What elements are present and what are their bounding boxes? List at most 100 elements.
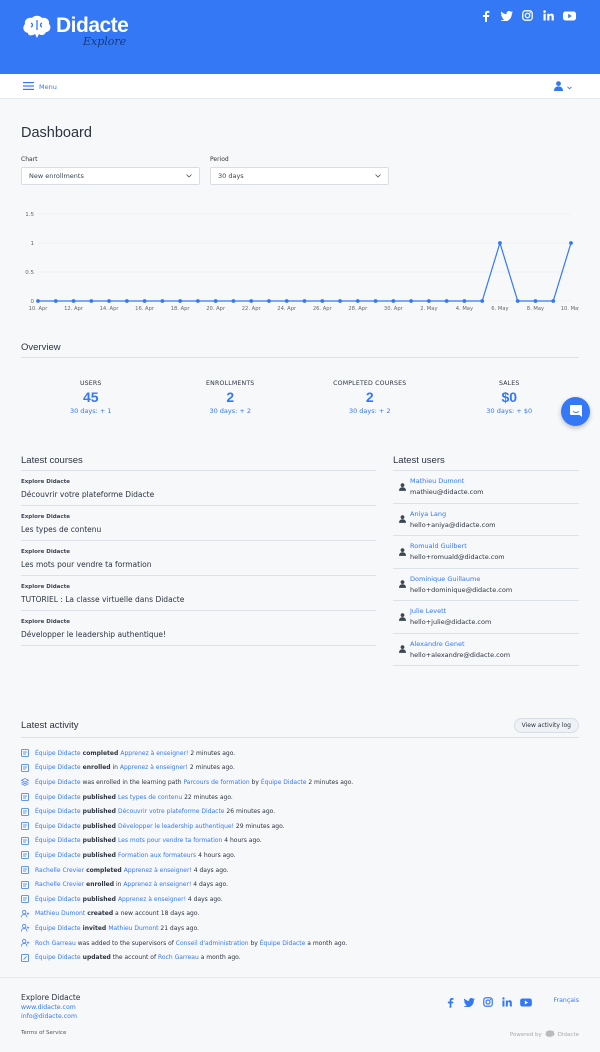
activity-link[interactable]: Rachelle Crevier [35,881,84,888]
activity-link[interactable]: Apprenez à enseigner! [118,896,186,903]
twitter-icon[interactable] [500,9,513,22]
activity-link[interactable]: Équipe Didacte [35,794,81,801]
user-list-item[interactable]: Dominique Guillaume hello+dominique@didac… [393,569,579,601]
powered-by[interactable]: Powered by Didacte [510,1030,579,1040]
user-name-link[interactable]: Julie Levett [410,607,491,615]
youtube-icon[interactable] [563,9,576,22]
activity-link[interactable]: Équipe Didacte [35,750,81,757]
user-list-item[interactable]: Mathieu Dumont mathieu@didacte.com [393,471,579,504]
activity-item: Mathieu Dumont created a new account 18 … [21,907,579,922]
user-list-item[interactable]: Aniya Lang hello+aniya@didacte.com [393,504,579,536]
course-icon [21,807,35,816]
terms-link[interactable]: Terms of Service [21,1030,66,1036]
course-name: Les types de contenu [21,525,102,534]
period-select[interactable]: 30 days [210,167,389,185]
activity-link[interactable]: Roch Garreau [35,940,76,947]
instagram-icon[interactable] [482,996,494,1008]
period-select-label: Period [210,156,229,163]
activity-link[interactable]: Les mots pour vendre ta formation [118,837,222,844]
activity-link[interactable]: Découvrir votre plateforme Didacte [118,808,225,815]
course-icon [21,895,35,904]
chart-data-point [320,299,325,303]
activity-text-part: 4 days ago. [191,866,229,874]
activity-link[interactable]: Équipe Didacte [35,896,81,903]
activity-link[interactable]: Équipe Didacte [35,823,81,830]
user-menu-button[interactable] [554,81,572,93]
course-list-item[interactable]: Explore Didacte Découvrir votre plateform… [21,471,376,506]
activity-text: Mathieu Dumont created a new account 18 … [35,910,199,917]
footer: Explore Didacte www.didacte.com info@did… [0,977,600,1052]
activity-link[interactable]: Mathieu Dumont [108,925,158,932]
user-list-item[interactable]: Julie Levett hello+julie@didacte.com [393,601,579,634]
course-list-item[interactable]: Explore Didacte Les mots pour vendre ta f… [21,541,376,576]
activity-item: Équipe Didacte updated the account of Ro… [21,950,579,965]
didacte-logo[interactable]: Didacte Explore [22,15,129,48]
activity-link[interactable]: Équipe Didacte [35,779,81,786]
user-icon [554,81,563,93]
course-list-item[interactable]: Explore Didacte Les types de contenu [21,506,376,541]
user-list-item[interactable]: Romuald Guilbert hello+romuald@didacte.co… [393,536,579,569]
chart-x-tick-label: 12. Apr [64,306,84,312]
footer-website-link[interactable]: www.didacte.com [21,1004,80,1011]
activity-link[interactable]: Équipe Didacte [261,779,307,786]
activity-link[interactable]: Équipe Didacte [35,808,81,815]
activity-link[interactable]: Apprenez à enseigner! [124,867,192,874]
activity-link[interactable]: Équipe Didacte [35,925,81,932]
facebook-icon[interactable] [444,996,456,1008]
activity-link[interactable]: Équipe Didacte [35,954,81,961]
linkedin-icon[interactable] [542,9,555,22]
menu-button[interactable]: Menu [23,82,57,92]
chart-data-point [569,241,573,245]
navbar: Menu [0,74,600,99]
activity-item: Équipe Didacte published Apprenez à ense… [21,892,579,907]
activity-text-part: published [80,895,118,903]
stat-label: COMPLETED COURSES [333,380,407,387]
activity-link[interactable]: Rachelle Crevier [35,867,84,874]
chat-button[interactable] [561,397,590,426]
activity-link[interactable]: Équipe Didacte [35,852,81,859]
twitter-icon[interactable] [463,996,475,1008]
activity-link[interactable]: Apprenez à enseigner! [120,750,188,757]
activity-text-part: published [80,822,118,830]
activity-header: Latest activity View activity log [21,718,579,738]
chart-select[interactable]: New enrollments [21,167,200,185]
view-activity-log-button[interactable]: View activity log [513,718,579,733]
footer-email-link[interactable]: info@didacte.com [21,1013,80,1020]
activity-link[interactable]: Développer le leadership authentique! [118,823,234,830]
activity-link[interactable]: Parcours de formation [183,779,249,786]
footer-social-links [444,996,532,1008]
language-switch[interactable]: Français [553,997,579,1004]
activity-text-part: 4 hours ago. [196,851,236,859]
activity-text-part: 29 minutes ago. [233,822,285,830]
activity-link[interactable]: Conseil d'administration [176,940,249,947]
user-name-link[interactable]: Aniya Lang [410,510,496,518]
footer-org-name: Explore Didacte [21,993,81,1002]
activity-link[interactable]: Apprenez à enseigner! [120,764,188,771]
activity-link[interactable]: Équipe Didacte [35,764,81,771]
course-category: Explore Didacte [21,549,70,555]
course-list-item[interactable]: Explore Didacte Développer le leadership … [21,611,376,646]
user-name-link[interactable]: Alexandre Genet [410,640,510,648]
linkedin-icon[interactable] [501,996,513,1008]
user-name-link[interactable]: Romuald Guilbert [410,542,505,550]
activity-item: Équipe Didacte enrolled in Apprenez à en… [21,761,579,776]
activity-link[interactable]: Équipe Didacte [35,837,81,844]
youtube-icon[interactable] [520,996,532,1008]
activity-link[interactable]: Mathieu Dumont [35,910,85,917]
chart-x-tick-label: 10. Apr [29,306,49,312]
user-name-link[interactable]: Dominique Guillaume [410,575,512,583]
activity-link[interactable]: Formation aux formateurs [118,852,196,859]
chart-data-point [196,299,200,303]
chart-x-tick-label: 4. May [456,306,473,312]
stat-delta: 30 days: + 1 [69,407,112,415]
activity-link[interactable]: Roch Garreau [158,954,199,961]
activity-link[interactable]: Les types de contenu [118,794,182,801]
course-list-item[interactable]: Explore Didacte TUTORIEL : La classe virt… [21,576,376,611]
instagram-icon[interactable] [521,9,534,22]
user-name-link[interactable]: Mathieu Dumont [410,477,484,485]
user-list-item[interactable]: Alexandre Genet hello+alexandre@didacte.c… [393,634,579,666]
activity-link[interactable]: Équipe Didacte [260,940,306,947]
activity-text-part: 4 hours ago. [222,837,262,845]
activity-link[interactable]: Apprenez à enseigner! [123,881,191,888]
facebook-icon[interactable] [479,9,492,22]
